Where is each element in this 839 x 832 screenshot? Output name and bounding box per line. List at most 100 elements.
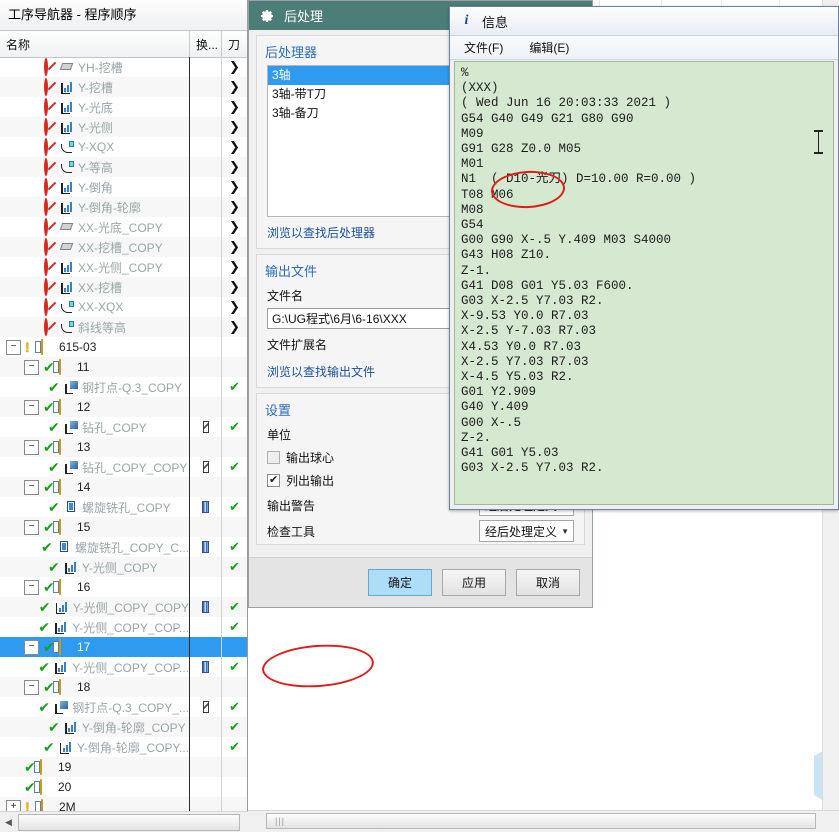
navigator-tree-row[interactable]: − 615-03 [0, 337, 247, 357]
navigator-tree-row[interactable]: XX-挖槽 [0, 277, 247, 297]
navigator-tree[interactable]: YH-挖槽 Y-挖槽 Y-光底 Y-光侧 Y-XQX Y-等高 Y-倒角 Y-倒角-轮廓 XX-… [0, 57, 247, 811]
navigator-tree-row[interactable]: Y-等高 [0, 157, 247, 177]
navigator-tree-row[interactable]: Y-光侧_COPY_COPY [0, 597, 247, 617]
navigator-tree-row[interactable]: Y-XQX [0, 137, 247, 157]
chevron-right-icon[interactable] [229, 321, 240, 334]
column-header-name[interactable]: 名称 [0, 31, 190, 57]
chevron-right-icon[interactable] [229, 261, 240, 274]
navigator-tree-row[interactable]: YH-挖槽 [0, 57, 247, 77]
navigator-tree-row[interactable]: 斜线等高 [0, 317, 247, 337]
navigator-tree-row[interactable]: Y-光侧 [0, 117, 247, 137]
navigator-row-name-cell[interactable]: − 16 [0, 577, 190, 597]
navigator-tree-row[interactable]: − 16 [0, 577, 247, 597]
navigator-tree-row[interactable]: − 11 [0, 357, 247, 377]
navigator-row-name-cell[interactable]: Y-倒角 [0, 177, 190, 197]
scroll-left-arrow[interactable]: ◀ [0, 813, 17, 832]
chevron-right-icon[interactable] [229, 181, 240, 194]
navigator-tree-row[interactable]: 钢打点-Q.3_COPY [0, 377, 247, 397]
navigator-row-name-cell[interactable]: Y-等高 [0, 157, 190, 177]
navigator-tree-row[interactable]: Y-倒角-轮廓_COPY [0, 717, 247, 737]
navigator-row-name-cell[interactable]: 20 [0, 777, 190, 797]
navigator-row-name-cell[interactable]: − 13 [0, 437, 190, 457]
navigator-row-name-cell[interactable]: Y-光侧_COPY_COP... [0, 617, 190, 637]
menu-edit[interactable]: 编辑(E) [525, 38, 573, 57]
cancel-button[interactable]: 取消 [516, 569, 580, 596]
chevron-right-icon[interactable] [229, 81, 240, 94]
navigator-row-name-cell[interactable]: XX-光底_COPY [0, 217, 190, 237]
navigator-row-name-cell[interactable]: − 615-03 [0, 337, 190, 357]
navigator-tree-row[interactable]: − 15 [0, 517, 247, 537]
navigator-tree-row[interactable]: Y-光侧_COPY [0, 557, 247, 577]
navigator-row-name-cell[interactable]: − 17 [0, 637, 190, 657]
navigator-row-name-cell[interactable]: − 12 [0, 397, 190, 417]
navigator-row-name-cell[interactable]: 斜线等高 [0, 317, 190, 337]
navigator-tree-row[interactable]: 19 [0, 757, 247, 777]
column-header-change[interactable]: 换... [190, 31, 222, 57]
navigator-tree-row[interactable]: 螺旋铣孔_COPY_C... [0, 537, 247, 557]
navigator-tree-row[interactable]: +2M [0, 797, 247, 811]
navigator-row-name-cell[interactable]: 钻孔_COPY_COPY [0, 457, 190, 477]
navigator-row-name-cell[interactable]: − 18 [0, 677, 190, 697]
navigator-tree-row[interactable]: 钻孔_COPY_COPY [0, 457, 247, 477]
gcode-text-area[interactable]: % (XXX)( Wed Jun 16 20:03:33 2021 ) G54 G4… [454, 61, 834, 505]
tree-expander-minus[interactable]: − [24, 639, 39, 655]
navigator-tree-row[interactable]: 钻孔_COPY [0, 417, 247, 437]
navigator-row-name-cell[interactable]: Y-光侧_COPY_COP... [0, 657, 190, 677]
navigator-row-name-cell[interactable]: Y-倒角-轮廓_COPY... [0, 737, 190, 757]
navigator-tree-row[interactable]: XX-光底_COPY [0, 217, 247, 237]
navigator-tree-row[interactable]: 20 [0, 777, 247, 797]
navigator-tree-row[interactable]: Y-倒角 [0, 177, 247, 197]
navigator-row-name-cell[interactable]: +2M [0, 797, 190, 811]
navigator-tree-row[interactable]: XX-挖槽_COPY [0, 237, 247, 257]
chevron-right-icon[interactable] [229, 201, 240, 214]
check-tool-select[interactable]: 经后处理定义 ▼ [479, 520, 574, 542]
navigator-tree-row[interactable]: XX-XQX [0, 297, 247, 317]
navigator-tree-row[interactable]: − 12 [0, 397, 247, 417]
chevron-right-icon[interactable] [229, 281, 240, 294]
navigator-row-name-cell[interactable]: 钢打点-Q.3_COPY_... [0, 697, 190, 717]
navigator-row-name-cell[interactable]: Y-光侧_COPY_COPY [0, 597, 190, 617]
column-header-tool[interactable]: 刀 [222, 31, 246, 57]
tree-expander-minus[interactable]: − [24, 479, 39, 495]
tree-expander-minus[interactable]: − [6, 339, 21, 355]
navigator-tree-row[interactable]: − 18 [0, 677, 247, 697]
tree-expander-minus[interactable]: − [24, 399, 39, 415]
chevron-right-icon[interactable] [229, 221, 240, 234]
list-output-checkbox[interactable] [267, 473, 280, 487]
tree-expander-minus[interactable]: − [24, 579, 39, 595]
navigator-row-name-cell[interactable]: XX-挖槽_COPY [0, 237, 190, 257]
menu-file[interactable]: 文件(F) [460, 38, 507, 57]
navigator-row-name-cell[interactable]: − 15 [0, 517, 190, 537]
navigator-row-name-cell[interactable]: 螺旋铣孔_COPY_C... [0, 537, 190, 557]
navigator-tree-row[interactable]: 螺旋铣孔_COPY [0, 497, 247, 517]
navigator-row-name-cell[interactable]: 螺旋铣孔_COPY [0, 497, 190, 517]
ok-button[interactable]: 确定 [368, 569, 432, 596]
tree-expander-minus[interactable]: − [24, 439, 39, 455]
tree-expander-minus[interactable]: − [24, 679, 39, 695]
tree-expander-plus[interactable]: + [6, 799, 21, 811]
navigator-row-name-cell[interactable]: XX-XQX [0, 297, 190, 317]
navigator-row-name-cell[interactable]: Y-倒角-轮廓 [0, 197, 190, 217]
navigator-tree-row[interactable]: XX-光侧_COPY [0, 257, 247, 277]
navigator-row-name-cell[interactable]: − 11 [0, 357, 190, 377]
navigator-row-name-cell[interactable]: Y-XQX [0, 137, 190, 157]
tree-expander-minus[interactable]: − [24, 359, 39, 375]
chevron-right-icon[interactable] [229, 301, 240, 314]
navigator-row-name-cell[interactable]: XX-挖槽 [0, 277, 190, 297]
navigator-tree-row[interactable]: − 13 [0, 437, 247, 457]
scroll-track[interactable] [17, 813, 248, 831]
navigator-tree-row[interactable]: Y-倒角-轮廓 [0, 197, 247, 217]
navigator-row-name-cell[interactable]: − 14 [0, 477, 190, 497]
navigator-row-name-cell[interactable]: 19 [0, 757, 190, 777]
chevron-right-icon[interactable] [229, 141, 240, 154]
navigator-row-name-cell[interactable]: XX-光侧_COPY [0, 257, 190, 277]
navigator-row-name-cell[interactable]: Y-光侧 [0, 117, 190, 137]
table-horizontal-scroll-thumb[interactable]: ||| [266, 813, 816, 829]
navigator-tree-row[interactable]: 钢打点-Q.3_COPY_... [0, 697, 247, 717]
tree-expander-minus[interactable]: − [24, 519, 39, 535]
chevron-right-icon[interactable] [229, 161, 240, 174]
navigator-row-name-cell[interactable]: Y-光底 [0, 97, 190, 117]
navigator-row-name-cell[interactable]: Y-光侧_COPY [0, 557, 190, 577]
info-window-menubar[interactable]: 文件(F) 编辑(E) [450, 36, 838, 60]
navigator-row-name-cell[interactable]: 钻孔_COPY [0, 417, 190, 437]
